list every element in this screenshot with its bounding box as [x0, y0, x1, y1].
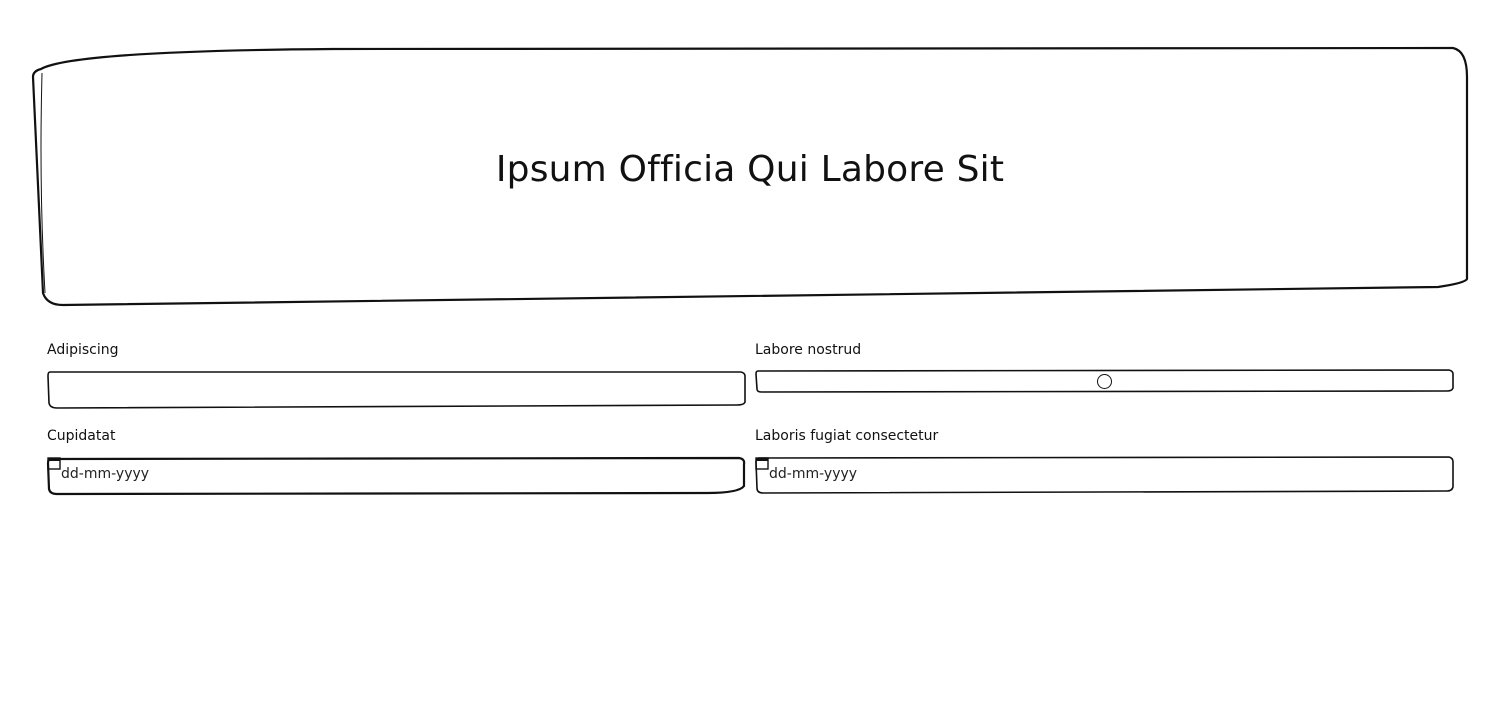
- calendar-icon[interactable]: [755, 456, 769, 470]
- laboris-label: Laboris fugiat consectetur: [755, 428, 939, 444]
- adipiscing-control: [47, 370, 746, 410]
- adipiscing-input[interactable]: [51, 373, 739, 403]
- laboris-date-input[interactable]: dd-mm-yyyy: [755, 456, 1454, 496]
- page-title: Ipsum Officia Qui Labore Sit: [495, 149, 1005, 190]
- laboris-date-text: dd-mm-yyyy: [769, 466, 858, 482]
- calendar-icon[interactable]: [47, 456, 61, 470]
- laboris-frame: [755, 456, 1454, 494]
- labore-nostrud-slider[interactable]: [755, 369, 1454, 395]
- hero-banner: Ipsum Officia Qui Labore Sit: [31, 46, 1469, 307]
- cupidatat-label: Cupidatat: [47, 428, 116, 444]
- adipiscing-label: Adipiscing: [47, 342, 119, 358]
- labore-nostrud-label: Labore nostrud: [755, 342, 862, 358]
- cupidatat-date-input[interactable]: dd-mm-yyyy: [46, 456, 746, 496]
- slider-thumb[interactable]: [1097, 374, 1112, 389]
- cupidatat-date-text: dd-mm-yyyy: [61, 466, 150, 482]
- cupidatat-frame: [46, 456, 746, 496]
